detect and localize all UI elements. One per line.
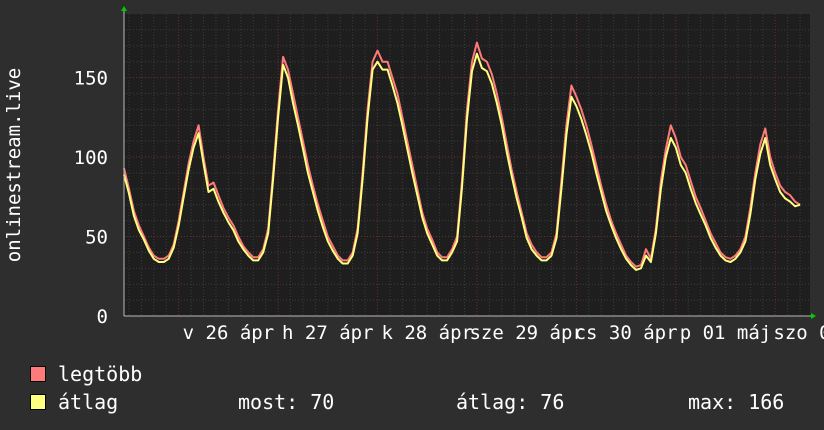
chart-stage: onlinestream.live 0 50 100 150 v 26 ápr h 27… <box>0 0 824 430</box>
x-tick-labels: v 26 ápr h 27 ápr k 28 áprsze 29 áprcs 30 … <box>183 322 824 344</box>
y-tick-labels: 0 50 100 150 <box>74 68 108 328</box>
y-axis-arrow <box>121 6 127 11</box>
x-tick-label: cs 30 ápr <box>575 322 678 344</box>
stat-atlag: átlag: 76 <box>456 390 565 414</box>
atlag-label: átlag <box>58 390 119 414</box>
y-tick-label: 100 <box>74 147 108 169</box>
y-axis-label: onlinestream.live <box>3 68 25 262</box>
x-tick-label: szo 02 ma <box>773 322 824 344</box>
x-tick-label: k 28 ápr <box>381 322 473 344</box>
line-chart: onlinestream.live 0 50 100 150 v 26 ápr h 27… <box>3 6 824 344</box>
x-tick-label: v 26 ápr <box>183 322 275 344</box>
atlag-swatch <box>30 394 46 410</box>
stat-most: most: 70 <box>238 390 335 414</box>
x-tick-label: p 01 máj <box>680 322 772 344</box>
x-tick-label: sze 29 ápr <box>469 322 583 344</box>
y-tick-label: 150 <box>74 68 108 90</box>
plot-area <box>124 14 810 316</box>
x-tick-label: h 27 ápr <box>282 322 374 344</box>
y-tick-label: 50 <box>85 227 108 249</box>
legend-item-legtobb: legtöbb <box>30 362 142 386</box>
legend-item-atlag: átlag <box>30 390 118 414</box>
x-axis-arrow <box>811 313 816 319</box>
stat-max: max: 166 <box>688 390 785 414</box>
y-tick-label: 0 <box>97 306 108 328</box>
legtobb-swatch <box>30 366 46 382</box>
legtobb-label: legtöbb <box>58 362 143 386</box>
